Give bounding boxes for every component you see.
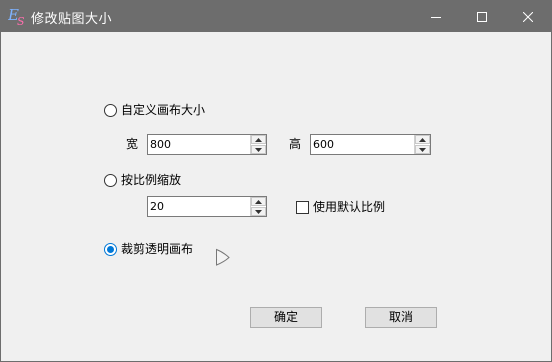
default-ratio-label[interactable]: 使用默认比例 xyxy=(313,200,385,214)
svg-text:S: S xyxy=(17,15,25,27)
custom-canvas-label[interactable]: 自定义画布大小 xyxy=(121,103,205,117)
ok-button[interactable]: 确定 xyxy=(250,307,322,328)
width-label: 宽 xyxy=(126,137,139,151)
window-title: 修改贴图大小 xyxy=(31,12,113,27)
width-spin-buttons xyxy=(250,135,266,154)
close-icon xyxy=(523,11,533,22)
title-bar[interactable]: E S 修改贴图大小 xyxy=(1,1,551,32)
dialog-window: E S 修改贴图大小 自定义画布大小 宽 高 按比例缩放 xyxy=(0,0,552,362)
arrow-down-icon xyxy=(255,209,262,214)
default-ratio-checkbox[interactable] xyxy=(296,201,309,214)
arrow-down-icon xyxy=(255,147,262,152)
height-spin-buttons xyxy=(414,135,430,154)
es-app-icon: E S xyxy=(8,6,25,27)
width-stepper[interactable] xyxy=(147,134,267,155)
arrow-up-icon xyxy=(255,137,262,142)
mouse-cursor-icon xyxy=(216,248,230,266)
scale-stepper[interactable] xyxy=(147,196,267,217)
cancel-button[interactable]: 取消 xyxy=(365,307,437,328)
crop-transparent-label[interactable]: 裁剪透明画布 xyxy=(121,242,193,256)
scale-down-button[interactable] xyxy=(251,207,266,216)
arrow-down-icon xyxy=(419,147,426,152)
minimize-icon xyxy=(431,16,441,18)
scale-radio[interactable] xyxy=(104,174,117,187)
height-input[interactable] xyxy=(311,135,413,154)
maximize-button[interactable] xyxy=(459,1,505,32)
maximize-icon xyxy=(477,11,487,22)
height-label: 高 xyxy=(289,137,302,151)
width-input[interactable] xyxy=(148,135,250,154)
width-down-button[interactable] xyxy=(251,145,266,154)
arrow-up-icon xyxy=(419,137,426,142)
scale-label[interactable]: 按比例缩放 xyxy=(121,173,181,187)
height-up-button[interactable] xyxy=(415,135,430,144)
scale-spin-buttons xyxy=(250,197,266,216)
width-up-button[interactable] xyxy=(251,135,266,144)
custom-canvas-radio[interactable] xyxy=(104,104,117,117)
scale-up-button[interactable] xyxy=(251,197,266,206)
arrow-up-icon xyxy=(255,199,262,204)
crop-transparent-radio[interactable] xyxy=(104,243,117,256)
height-down-button[interactable] xyxy=(415,145,430,154)
minimize-button[interactable] xyxy=(413,1,459,32)
scale-input[interactable] xyxy=(148,197,250,216)
height-stepper[interactable] xyxy=(310,134,431,155)
close-button[interactable] xyxy=(505,1,551,32)
